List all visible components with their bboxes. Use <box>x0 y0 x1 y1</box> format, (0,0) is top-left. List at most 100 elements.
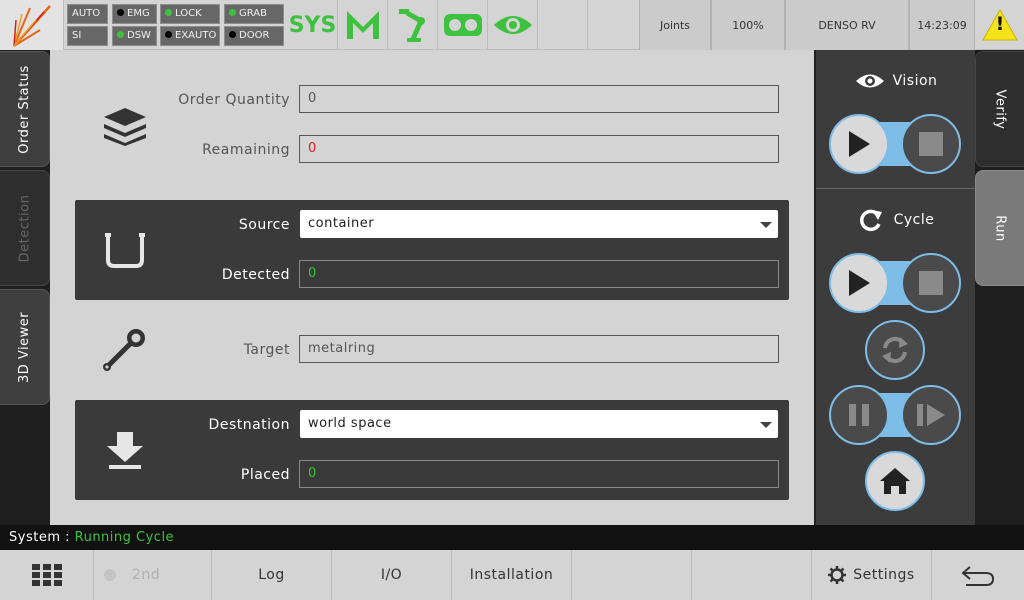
cycle-stop-button[interactable] <box>901 253 961 313</box>
eye-icon <box>493 16 532 34</box>
cycle-header: Cycle <box>816 209 976 232</box>
remaining-field[interactable]: 0 <box>299 135 779 163</box>
detected-label: Detected <box>221 267 290 283</box>
warning-button[interactable]: ! <box>975 0 1024 50</box>
warning-mark: ! <box>995 13 1005 35</box>
robot-name: DENSO RV <box>818 18 876 32</box>
home-button[interactable] <box>865 451 925 511</box>
app-grid-button[interactable] <box>0 550 94 600</box>
destination-dropdown[interactable]: world space <box>300 410 778 438</box>
cycle-run-control <box>829 253 961 313</box>
destination-label: Destnation <box>208 417 290 433</box>
tab-label: Detection <box>17 194 32 262</box>
joints-label: Joints <box>659 18 691 32</box>
tab-label: Run <box>992 214 1008 242</box>
bottom-empty-slot[interactable] <box>572 550 692 600</box>
tab-label: 3D Viewer <box>17 311 33 383</box>
toolbar-empty-slot[interactable] <box>538 0 588 50</box>
control-panel: Vision Cycle <box>815 50 976 525</box>
robot-arm-button[interactable] <box>388 0 438 50</box>
placed-field[interactable]: 0 <box>299 460 779 488</box>
io-label: I/O <box>380 567 403 583</box>
detected-field[interactable]: 0 <box>299 260 779 288</box>
status-dot <box>117 31 124 38</box>
signal-exauto: EXAUTO <box>160 26 220 46</box>
status-dot <box>117 9 124 16</box>
stop-icon <box>919 271 943 295</box>
settings-button[interactable]: Settings <box>812 550 932 600</box>
pause-step-control <box>829 385 961 445</box>
back-button[interactable] <box>932 550 1024 600</box>
second-function-button[interactable]: 2nd <box>94 550 212 600</box>
signal-grab: GRAB <box>224 4 284 24</box>
target-label: Target <box>243 342 290 358</box>
second-label: 2nd <box>132 567 161 583</box>
signal-si: SI <box>67 26 108 46</box>
cycle-play-button[interactable] <box>829 253 889 313</box>
conveyor-button[interactable] <box>438 0 488 50</box>
repeat-icon <box>882 336 908 364</box>
home-icon <box>880 468 910 494</box>
remaining-label: Reamaining <box>202 142 290 158</box>
source-label: Source <box>238 217 290 233</box>
tab-detection[interactable]: Detection <box>0 170 50 286</box>
signal-auto: AUTO <box>67 4 108 24</box>
divider <box>816 188 976 189</box>
download-icon <box>107 432 143 469</box>
joints-button[interactable]: Joints <box>639 0 711 50</box>
tab-3d-viewer[interactable]: 3D Viewer <box>0 289 50 405</box>
speed-button[interactable]: 100% <box>711 0 785 50</box>
gear-icon <box>828 566 847 584</box>
sys-button[interactable]: SYS <box>288 0 338 50</box>
status-dot <box>229 9 236 16</box>
vision-stop-button[interactable] <box>901 114 961 174</box>
grid-icon <box>31 564 62 586</box>
pause-button[interactable] <box>829 385 889 445</box>
step-forward-button[interactable] <box>901 385 961 445</box>
destination-section: Destnation world space Placed 0 <box>75 400 789 500</box>
signal-dsw: DSW <box>112 26 157 46</box>
io-button[interactable]: I/O <box>332 550 452 600</box>
tab-label: Order Status <box>17 64 33 154</box>
container-icon <box>105 233 145 268</box>
speed-value: 100% <box>732 18 764 32</box>
indicator-dot <box>104 569 116 581</box>
tab-run[interactable]: Run <box>975 170 1024 286</box>
vision-label: Vision <box>892 73 938 89</box>
bottom-bar: 2nd Log I/O Installation Settings <box>0 550 1024 600</box>
vision-play-button[interactable] <box>829 114 889 174</box>
tab-order-status[interactable]: Order Status <box>0 51 50 167</box>
source-dropdown[interactable]: container <box>300 210 778 238</box>
status-dot <box>165 31 172 38</box>
tab-label: Verify <box>992 89 1008 129</box>
chevron-down-icon <box>760 422 772 428</box>
order-quantity-label: Order Quantity <box>178 92 290 108</box>
log-label: Log <box>258 567 285 583</box>
order-quantity-field[interactable]: 0 <box>299 85 779 113</box>
motion-button[interactable] <box>338 0 388 50</box>
status-value: Running Cycle <box>74 530 175 545</box>
app-logo[interactable] <box>0 0 64 50</box>
refresh-icon <box>859 209 882 232</box>
conveyor-icon <box>443 14 482 36</box>
eye-icon <box>855 74 884 88</box>
clock: 14:23:09 <box>909 0 975 50</box>
tab-verify[interactable]: Verify <box>975 51 1024 167</box>
cycle-repeat-button[interactable] <box>865 320 925 380</box>
signal-emg: EMG <box>112 4 157 24</box>
play-icon <box>849 270 870 296</box>
robot-selector[interactable]: DENSO RV <box>785 0 909 50</box>
signal-lock: LOCK <box>160 4 220 24</box>
status-dot <box>229 31 236 38</box>
destination-value: world space <box>308 416 392 431</box>
order-status-panel: Order Quantity 0 Reamaining 0 Source con… <box>50 50 814 525</box>
vision-toggle-button[interactable] <box>488 0 538 50</box>
target-field[interactable]: metalring <box>299 335 779 363</box>
bottom-empty-slot[interactable] <box>692 550 812 600</box>
log-button[interactable]: Log <box>212 550 332 600</box>
top-bar: AUTO SI EMG DSW LOCK EXAUTO GRAB DOOR SY… <box>0 0 1024 50</box>
wrench-icon <box>103 329 145 371</box>
installation-button[interactable]: Installation <box>452 550 572 600</box>
stop-icon <box>919 132 943 156</box>
status-prefix: System : <box>9 530 75 545</box>
